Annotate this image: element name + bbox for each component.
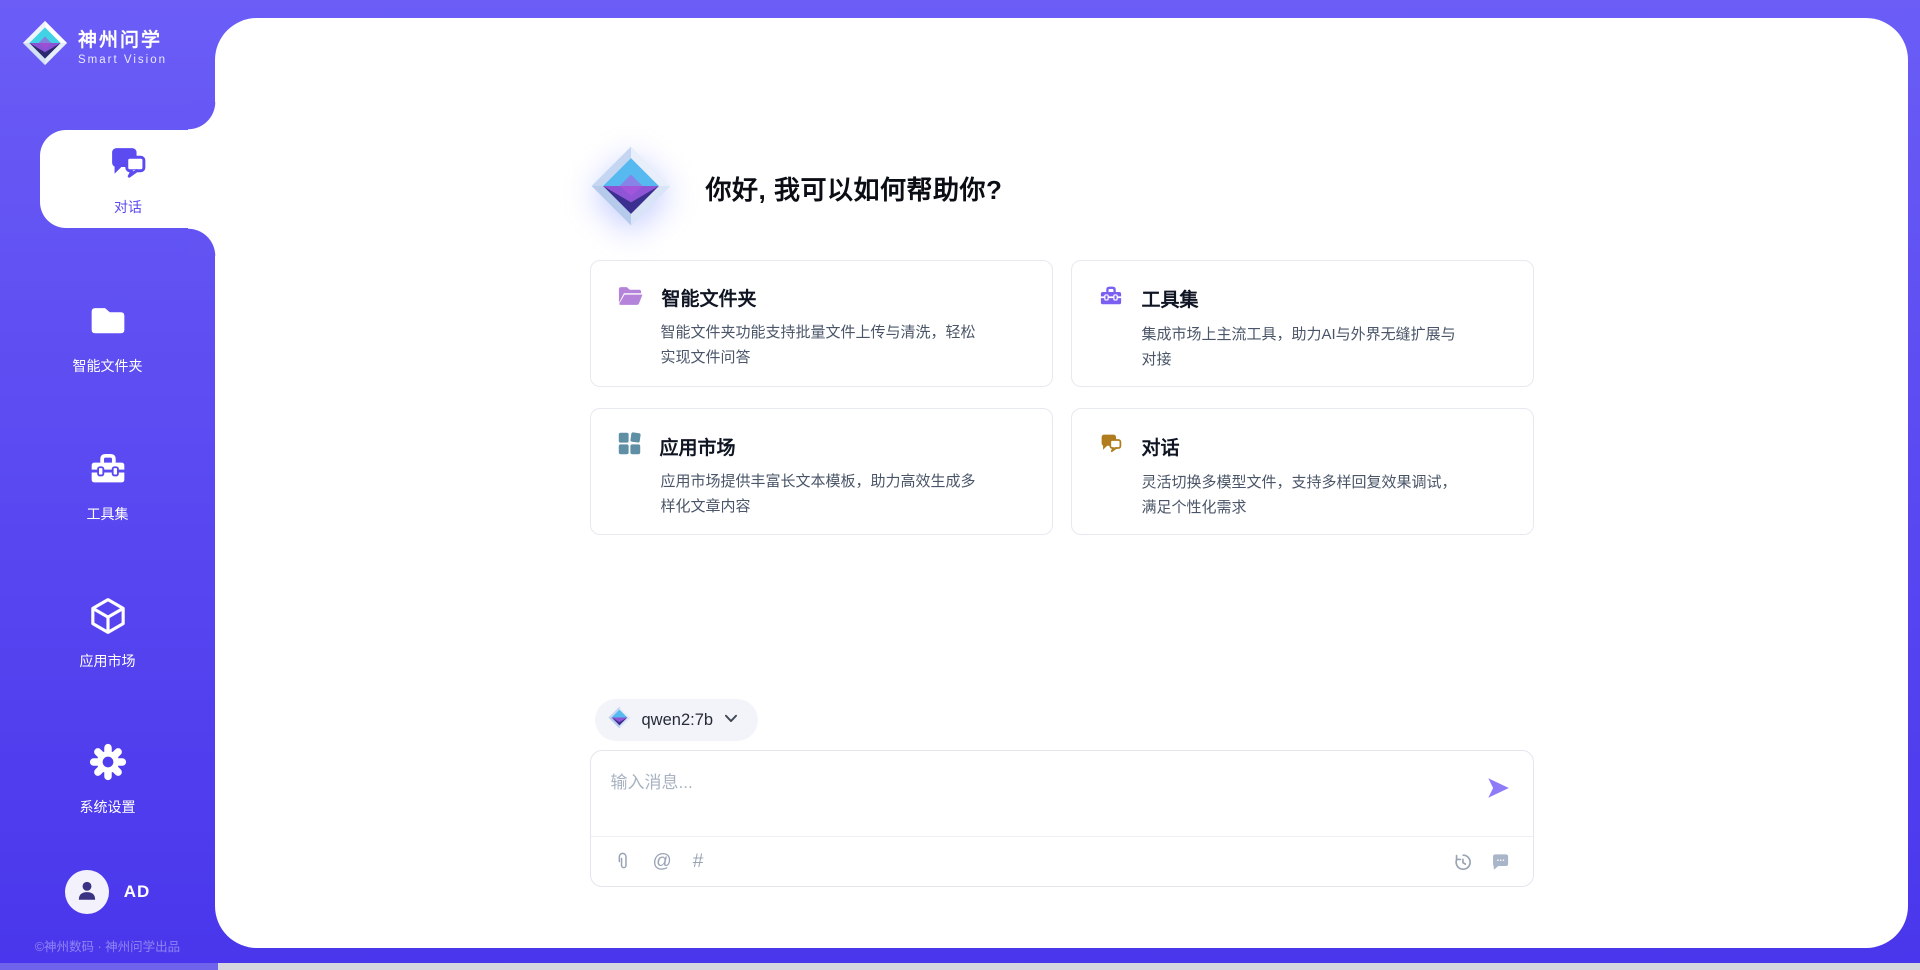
message-input[interactable] (611, 768, 1451, 828)
sidebar-item-settings[interactable]: 系统设置 (0, 729, 215, 829)
app-name: 神州问学 (78, 25, 167, 52)
gear-icon (87, 741, 129, 788)
history-icon[interactable] (1452, 851, 1473, 872)
person-icon (74, 877, 100, 908)
sidebar-item-label: 应用市场 (80, 651, 136, 671)
card-description: 智能文件夹功能支持批量文件上传与清洗，轻松实现文件问答 (661, 321, 982, 370)
greeting-logo-icon (590, 145, 672, 232)
chevron-down-icon (724, 711, 738, 729)
attach-icon[interactable] (613, 851, 632, 872)
card-chat[interactable]: 对话 灵活切换多模型文件，支持多样回复效果调试，满足个性化需求 (1071, 408, 1534, 535)
avatar (65, 870, 109, 914)
card-title: 对话 (1142, 433, 1180, 460)
sidebar-item-label: 系统设置 (80, 797, 136, 817)
topic-icon[interactable]: # (693, 852, 704, 871)
cube-icon (87, 595, 129, 642)
card-title: 智能文件夹 (662, 284, 757, 311)
feedback-icon[interactable] (1490, 851, 1511, 872)
send-button[interactable] (1485, 775, 1511, 801)
card-title: 应用市场 (660, 433, 736, 460)
feature-cards: 智能文件夹 智能文件夹功能支持批量文件上传与清洗，轻松实现文件问答 (590, 260, 1534, 535)
copyright-text: ©神州数码 · 神州问学出品 (0, 936, 215, 955)
toolbox-icon (1098, 283, 1124, 314)
app-logo-icon (22, 20, 68, 71)
app-logo: 神州问学 Smart Vision (22, 20, 167, 71)
grid-icon (617, 431, 642, 461)
user-account[interactable]: AD (0, 870, 215, 914)
card-description: 集成市场上主流工具，助力AI与外界无缝扩展与对接 (1142, 323, 1463, 372)
sidebar-item-smart-folder[interactable]: 智能文件夹 (0, 288, 215, 388)
card-description: 应用市场提供丰富长文本模板，助力高效生成多样化文章内容 (661, 470, 982, 519)
folder-icon (87, 300, 129, 347)
card-toolset[interactable]: 工具集 集成市场上主流工具，助力AI与外界无缝扩展与对接 (1071, 260, 1534, 387)
mention-icon[interactable]: @ (653, 852, 672, 871)
sidebar-item-toolset[interactable]: 工具集 (0, 436, 215, 536)
main-content: 你好, 我可以如何帮助你? 智能文件夹 智能文件夹功能支持批量文件上传与清洗，轻… (215, 0, 1908, 970)
chat-icon (1098, 431, 1124, 462)
app-subtitle: Smart Vision (78, 54, 167, 66)
greeting: 你好, 我可以如何帮助你? (590, 146, 1534, 230)
card-app-market[interactable]: 应用市场 应用市场提供丰富长文本模板，助力高效生成多样化文章内容 (590, 408, 1053, 535)
card-smart-folder[interactable]: 智能文件夹 智能文件夹功能支持批量文件上传与清洗，轻松实现文件问答 (590, 260, 1053, 387)
sidebar-item-label: 智能文件夹 (73, 356, 143, 376)
sidebar-item-label: 对话 (114, 197, 142, 217)
model-name: qwen2:7b (642, 711, 714, 730)
card-title: 工具集 (1142, 285, 1199, 312)
toolbox-icon (87, 448, 129, 495)
sidebar-item-label: 工具集 (87, 504, 129, 524)
sidebar: 神州问学 Smart Vision 对话 智能文件夹 (0, 0, 215, 970)
model-selector[interactable]: qwen2:7b (595, 699, 759, 741)
folder-open-icon (617, 283, 644, 312)
sidebar-item-app-market[interactable]: 应用市场 (0, 583, 215, 683)
greeting-title: 你好, 我可以如何帮助你? (706, 170, 1003, 207)
send-icon (1485, 789, 1511, 804)
chat-icon (106, 142, 150, 191)
card-description: 灵活切换多模型文件，支持多样回复效果调试，满足个性化需求 (1142, 471, 1463, 520)
message-composer: @ # (590, 750, 1534, 887)
sidebar-item-chat[interactable]: 对话 (40, 130, 216, 228)
composer-toolbar: @ # (591, 836, 1533, 886)
model-logo-icon (608, 706, 631, 734)
user-name: AD (124, 882, 151, 902)
